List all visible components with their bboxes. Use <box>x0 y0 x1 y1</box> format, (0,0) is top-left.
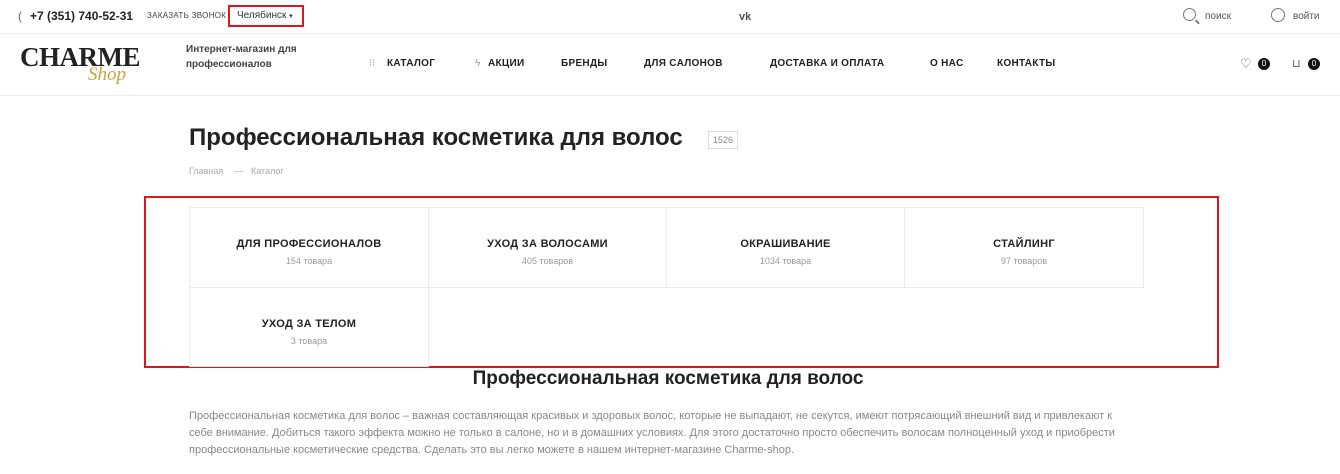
nav-delivery[interactable]: ДОСТАВКА И ОПЛАТА <box>770 58 884 69</box>
phone-number[interactable]: +7 (351) 740-52-31 <box>30 9 133 23</box>
cart-badge: 0 <box>1308 58 1320 70</box>
favorites-badge: 0 <box>1258 58 1270 70</box>
category-name: ДЛЯ ПРОФЕССИОНАЛОВ <box>236 238 382 250</box>
category-card[interactable]: УХОД ЗА ТЕЛОМ 3 товара <box>189 287 429 367</box>
category-count: 97 товаров <box>1000 256 1047 266</box>
logo-sub[interactable]: Shop <box>88 64 126 86</box>
user-icon[interactable] <box>1271 8 1285 22</box>
breadcrumb-home[interactable]: Главная <box>189 166 223 176</box>
search-link[interactable]: поиск <box>1205 11 1231 22</box>
breadcrumb-separator: — <box>234 166 243 176</box>
category-count: 154 товара <box>285 256 333 266</box>
page-title: Профессиональная косметика для волос <box>189 124 683 151</box>
nav-contacts[interactable]: КОНТАКТЫ <box>997 58 1055 69</box>
category-name: ОКРАШИВАНИЕ <box>740 238 831 250</box>
nav-salons[interactable]: ДЛЯ САЛОНОВ <box>644 58 723 69</box>
nav-brands[interactable]: БРЕНДЫ <box>561 58 607 69</box>
breadcrumb-catalog[interactable]: Каталог <box>251 166 284 176</box>
product-count-badge: 1526 <box>708 131 738 149</box>
category-card[interactable]: УХОД ЗА ВОЛОСАМИ 405 товаров <box>428 207 667 288</box>
cart-icon[interactable]: ⊔ <box>1292 57 1301 70</box>
category-card[interactable]: СТАЙЛИНГ 97 товаров <box>904 207 1144 288</box>
heart-icon[interactable]: ♡ <box>1240 56 1252 72</box>
phone-chevron-icon[interactable]: ▾ <box>127 10 131 19</box>
category-name: СТАЙЛИНГ <box>993 238 1055 250</box>
category-card[interactable]: ОКРАШИВАНИЕ 1034 товара <box>666 207 905 288</box>
category-name: УХОД ЗА ВОЛОСАМИ <box>487 238 608 250</box>
category-card[interactable]: ДЛЯ ПРОФЕССИОНАЛОВ 154 товара <box>189 207 429 288</box>
login-link[interactable]: войти <box>1293 11 1320 22</box>
callback-link[interactable]: ЗАКАЗАТЬ ЗВОНОК <box>147 11 226 20</box>
category-name: УХОД ЗА ТЕЛОМ <box>261 318 357 330</box>
search-icon[interactable] <box>1183 8 1196 21</box>
city-label: Челябинск <box>237 10 287 21</box>
lightning-icon: ϟ <box>475 58 481 69</box>
seo-text: Профессиональная косметика для волос – в… <box>189 410 1115 456</box>
category-count: 3 товара <box>290 336 328 346</box>
vk-icon[interactable]: vk <box>739 11 751 23</box>
nav-catalog[interactable]: КАТАЛОГ <box>387 58 435 69</box>
top-bar: ( +7 (351) 740-52-31 ▾ ЗАКАЗАТЬ ЗВОНОК Ч… <box>0 0 1340 34</box>
chevron-down-icon: ▾ <box>289 13 293 20</box>
nav-sales[interactable]: АКЦИИ <box>488 58 525 69</box>
grid-icon: ⁝⁝ <box>369 58 376 69</box>
tagline: Интернет-магазин для профессионалов <box>186 44 297 70</box>
city-selector[interactable]: Челябинск ▾ <box>228 5 304 27</box>
seo-title: Профессиональная косметика для волос <box>472 368 864 389</box>
category-count: 405 товаров <box>521 256 574 266</box>
category-count: 1034 товара <box>759 256 812 266</box>
header-divider <box>0 95 1340 96</box>
phone-icon: ( <box>18 9 22 23</box>
nav-about[interactable]: О НАС <box>930 58 963 69</box>
